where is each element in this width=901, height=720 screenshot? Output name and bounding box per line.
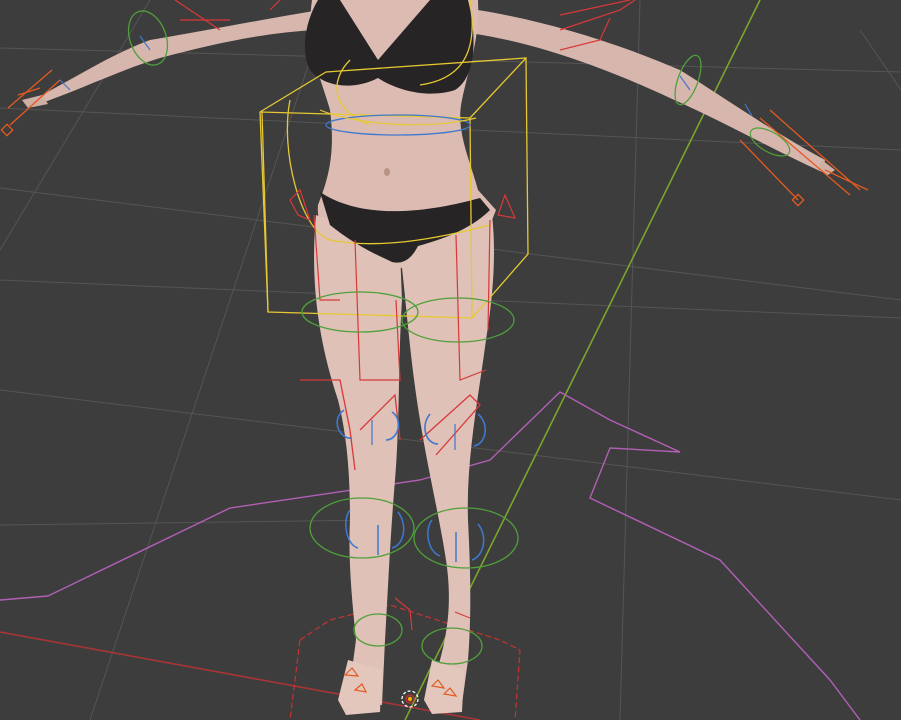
left-leg[interactable] xyxy=(314,215,402,705)
foot-ik-box[interactable] xyxy=(289,604,521,720)
3d-viewport[interactable] xyxy=(0,0,901,720)
x-axis-line xyxy=(0,631,481,720)
navel xyxy=(384,168,390,176)
viewport-canvas[interactable] xyxy=(0,0,901,720)
left-arm[interactable] xyxy=(36,10,320,105)
left-foot[interactable] xyxy=(338,660,382,715)
right-arm[interactable] xyxy=(476,10,825,172)
root-control-left[interactable] xyxy=(0,595,49,601)
right-leg[interactable] xyxy=(400,215,494,704)
character-mesh[interactable] xyxy=(22,0,835,715)
